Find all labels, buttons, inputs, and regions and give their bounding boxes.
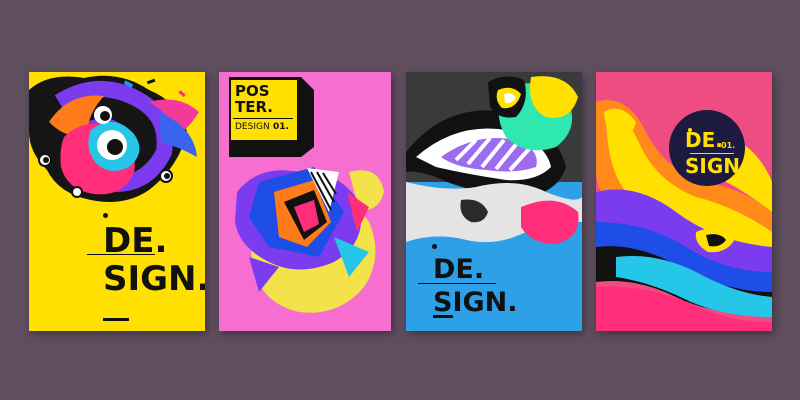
poster-3-bottom-bar xyxy=(433,315,453,318)
poster-4-title-line2: SIGN xyxy=(685,154,740,178)
poster-2-box-line3: DESIGN xyxy=(235,122,270,132)
poster-1-pupil-left xyxy=(43,157,49,163)
poster-1-bottom-bar xyxy=(103,318,129,321)
poster-1-title-line2: SIGN. xyxy=(103,259,205,299)
poster-1-big-pupil xyxy=(107,139,123,155)
poster-4-title-number: 01. xyxy=(721,141,736,150)
poster-3-title-line2: SIGN. xyxy=(433,287,518,318)
poster-1-title-line1: DE. xyxy=(103,221,168,261)
poster-4-circle-layer xyxy=(669,110,745,186)
poster-1-pupil-top xyxy=(100,111,110,121)
poster-3-marker-dot xyxy=(432,244,437,249)
poster-4: DE. 01. SIGN xyxy=(596,72,772,331)
poster-2-box-line1: POS xyxy=(235,82,270,100)
poster-2-box-line2: TER. xyxy=(235,98,274,116)
poster-1-marker-dot xyxy=(103,213,108,218)
poster-1: DE. SIGN. xyxy=(29,72,205,331)
poster-3-title: DE. SIGN. xyxy=(433,256,518,316)
poster-1-pupil-right xyxy=(164,173,170,179)
poster-2-box-number: 01. xyxy=(273,122,289,132)
poster-4-marker-dot xyxy=(688,128,692,132)
poster-3: DE. SIGN. xyxy=(406,72,582,331)
poster-mockup-scene: DE. SIGN. POS TER. DESIGN 01. DE. SIGN. … xyxy=(0,0,800,400)
poster-4-title-line1: DE. xyxy=(685,128,723,152)
poster-3-title-line1: DE. xyxy=(433,254,485,285)
poster-2-box-rule xyxy=(233,118,293,119)
poster-1-eye-bottom xyxy=(71,186,83,198)
poster-1-title: DE. SIGN. xyxy=(103,224,205,296)
poster-2: POS TER. DESIGN 01. xyxy=(219,72,391,331)
